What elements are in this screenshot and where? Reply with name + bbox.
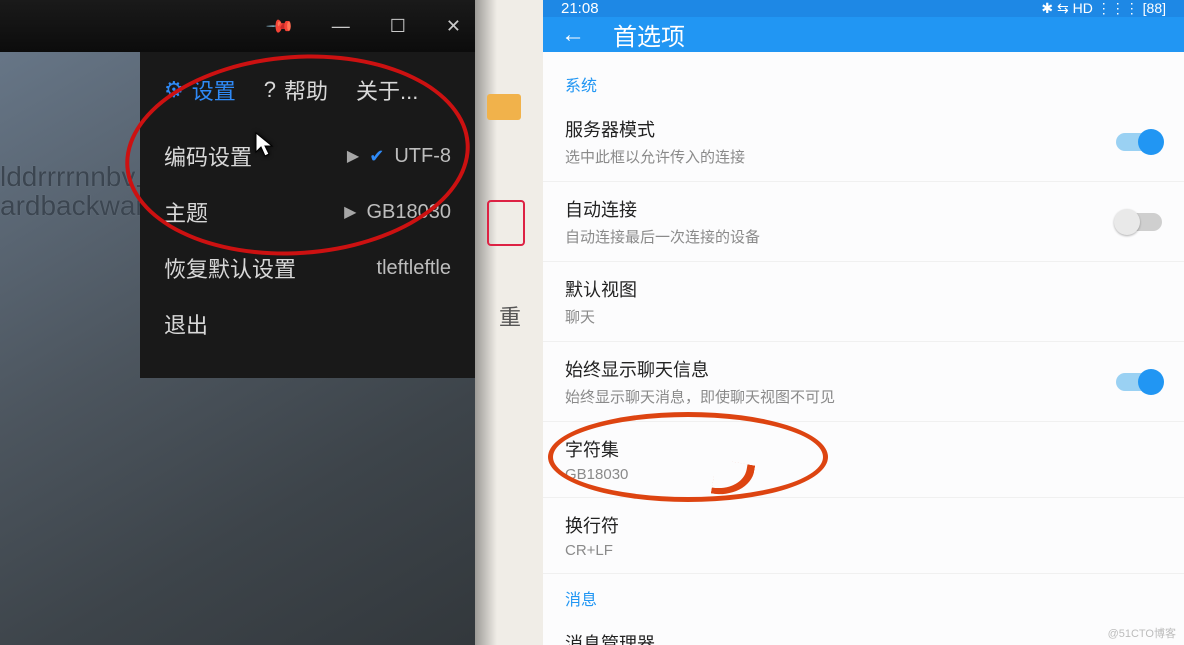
item-charset-sub: GB18030	[565, 466, 628, 483]
status-icons: ✱ ⇆ HD ⋮⋮⋮ [88]	[1041, 0, 1166, 17]
status-bar: 21:08 ✱ ⇆ HD ⋮⋮⋮ [88]	[543, 0, 1184, 17]
item-default-view[interactable]: 默认视图 聊天	[543, 262, 1184, 342]
app-bar: ← 首选项	[543, 17, 1184, 52]
item-msg-mgr[interactable]: 消息管理器	[543, 616, 1184, 645]
item-charset[interactable]: 字符集 GB18030	[543, 422, 1184, 498]
status-time: 21:08	[561, 0, 599, 17]
close-icon[interactable]: ✕	[446, 16, 461, 37]
window-titlebar: 📌 — ☐ ✕	[0, 0, 475, 52]
item-always-show-sub: 始终显示聊天消息，即使聊天视图不可见	[565, 386, 835, 407]
back-arrow-icon[interactable]: ←	[561, 21, 585, 49]
left-screenshot: 重 lddrrrrnnbv上 ardbackwardb 📌 — ☐ ✕ ⚙ 设置…	[0, 0, 543, 645]
item-auto-connect-sub: 自动连接最后一次连接的设备	[565, 226, 760, 247]
server-mode-switch[interactable]	[1116, 133, 1162, 151]
red-outline-box	[487, 200, 525, 246]
item-charset-title: 字符集	[565, 436, 628, 462]
item-default-view-sub: 聊天	[565, 306, 637, 327]
menu-item-restore-label: 恢复默认设置	[164, 252, 296, 284]
always-show-switch[interactable]	[1116, 373, 1162, 391]
section-header-messages: 消息	[543, 574, 1184, 616]
folder-icon	[487, 94, 521, 120]
item-server-mode[interactable]: 服务器模式 选中此框以允许传入的连接	[543, 102, 1184, 182]
settings-list: 系统 服务器模式 选中此框以允许传入的连接 自动连接 自动连接最后一次连接的设备…	[543, 52, 1184, 645]
auto-connect-switch[interactable]	[1116, 213, 1162, 231]
side-char: 重	[499, 300, 521, 332]
section-header-system: 系统	[543, 60, 1184, 102]
menu-item-restore-side: tleftleftle	[377, 257, 451, 280]
item-eol-sub: CR+LF	[565, 542, 619, 559]
menu-item-exit-label: 退出	[164, 308, 208, 340]
item-server-mode-sub: 选中此框以允许传入的连接	[565, 146, 745, 167]
mobile-preferences-screen: 21:08 ✱ ⇆ HD ⋮⋮⋮ [88] ← 首选项 系统 服务器模式 选中此…	[543, 0, 1184, 645]
item-auto-connect-title: 自动连接	[565, 196, 760, 222]
right-edge-strip: 重	[475, 0, 543, 645]
item-eol[interactable]: 换行符 CR+LF	[543, 498, 1184, 574]
app-bar-title: 首选项	[613, 17, 685, 52]
minimize-icon[interactable]: —	[332, 16, 350, 37]
watermark: @51CTO博客	[1108, 625, 1176, 641]
pin-icon[interactable]: 📌	[265, 11, 296, 42]
item-msg-mgr-title: 消息管理器	[565, 630, 655, 645]
menu-item-exit[interactable]: 退出	[140, 296, 475, 352]
item-eol-title: 换行符	[565, 512, 619, 538]
item-default-view-title: 默认视图	[565, 276, 637, 302]
item-always-show-title: 始终显示聊天信息	[565, 356, 835, 382]
item-server-mode-title: 服务器模式	[565, 116, 745, 142]
item-auto-connect[interactable]: 自动连接 自动连接最后一次连接的设备	[543, 182, 1184, 262]
item-always-show[interactable]: 始终显示聊天信息 始终显示聊天消息，即使聊天视图不可见	[543, 342, 1184, 422]
maximize-icon[interactable]: ☐	[390, 16, 406, 37]
